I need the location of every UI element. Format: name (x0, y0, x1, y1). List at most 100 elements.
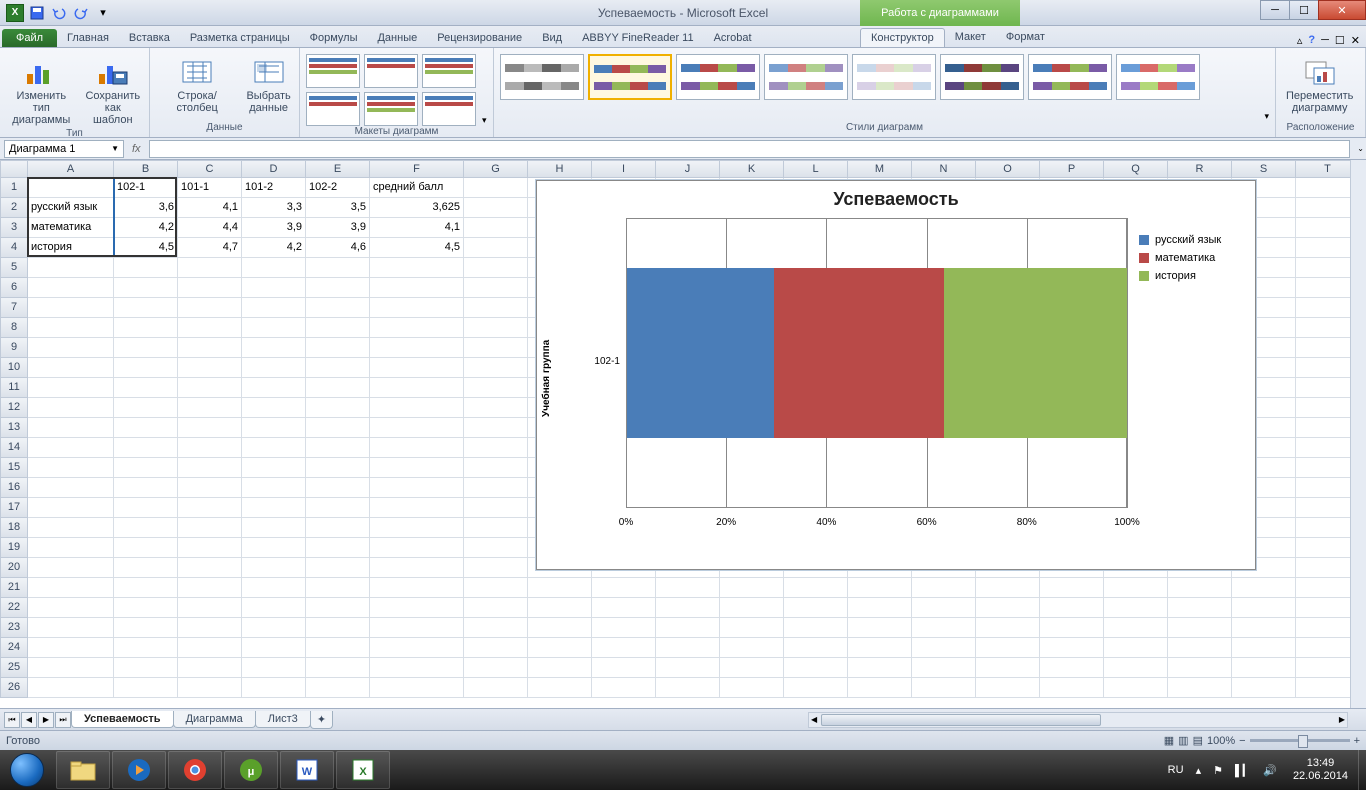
tray-flag-icon[interactable]: ⚑ (1207, 764, 1229, 777)
cell[interactable] (28, 398, 114, 418)
view-normal-icon[interactable]: ▦ (1164, 734, 1174, 747)
minimize-ribbon-icon[interactable]: ▵ (1297, 34, 1303, 47)
cell[interactable] (306, 578, 370, 598)
column-header[interactable]: L (784, 160, 848, 178)
cell[interactable] (114, 558, 178, 578)
cell[interactable]: история (28, 238, 114, 258)
cell[interactable] (1168, 578, 1232, 598)
view-page-break-icon[interactable]: ▤ (1193, 734, 1203, 747)
chart-style-option[interactable] (676, 54, 760, 100)
move-chart-button[interactable]: Переместить диаграмму (1282, 54, 1357, 116)
cell[interactable]: средний балл (370, 178, 464, 198)
column-header[interactable]: A (28, 160, 114, 178)
close-button[interactable]: ✕ (1318, 0, 1366, 20)
cell[interactable] (306, 498, 370, 518)
cell[interactable] (1232, 598, 1296, 618)
cell[interactable] (28, 438, 114, 458)
row-header[interactable]: 23 (0, 618, 28, 638)
chart-style-option[interactable] (588, 54, 672, 100)
column-header[interactable]: R (1168, 160, 1232, 178)
taskbar-media-player-icon[interactable] (112, 751, 166, 789)
cell[interactable] (912, 598, 976, 618)
tab-chart-format[interactable]: Формат (996, 28, 1055, 47)
cell[interactable] (28, 298, 114, 318)
zoom-slider[interactable] (1250, 739, 1350, 742)
chart-styles-gallery[interactable] (500, 54, 1258, 100)
tray-arrow-icon[interactable]: ▴ (1190, 764, 1208, 777)
cell[interactable] (178, 398, 242, 418)
cell[interactable] (178, 498, 242, 518)
cell[interactable]: 101-2 (242, 178, 306, 198)
cell[interactable] (28, 458, 114, 478)
cell[interactable]: 3,6 (114, 198, 178, 218)
cell[interactable]: 4,7 (178, 238, 242, 258)
cell[interactable] (848, 678, 912, 698)
cell[interactable] (1168, 638, 1232, 658)
formula-expand-icon[interactable]: ⌄ (1357, 144, 1364, 153)
column-header[interactable]: Q (1104, 160, 1168, 178)
cell[interactable]: 4,1 (370, 218, 464, 238)
cell[interactable] (464, 238, 528, 258)
tab-formulas[interactable]: Формулы (300, 29, 368, 47)
name-box[interactable]: Диаграмма 1▼ (4, 140, 124, 158)
switch-row-column-button[interactable]: Строка/столбец (156, 54, 238, 116)
cell[interactable] (592, 678, 656, 698)
tab-page-layout[interactable]: Разметка страницы (180, 29, 300, 47)
cell[interactable] (306, 398, 370, 418)
cell[interactable]: 102-2 (306, 178, 370, 198)
cell[interactable] (656, 658, 720, 678)
cell[interactable] (720, 578, 784, 598)
cell[interactable] (114, 338, 178, 358)
cell[interactable] (114, 618, 178, 638)
cell[interactable] (1104, 658, 1168, 678)
cell[interactable] (848, 598, 912, 618)
cell[interactable] (1040, 678, 1104, 698)
row-header[interactable]: 3 (0, 218, 28, 238)
cell[interactable] (370, 618, 464, 638)
cell[interactable] (114, 598, 178, 618)
cell[interactable] (306, 278, 370, 298)
cell[interactable] (306, 618, 370, 638)
cell[interactable] (306, 478, 370, 498)
sheet-nav-prev-icon[interactable]: ◀ (21, 712, 37, 728)
cell[interactable] (178, 578, 242, 598)
cell[interactable] (114, 278, 178, 298)
cell[interactable] (28, 478, 114, 498)
row-header[interactable]: 7 (0, 298, 28, 318)
cell[interactable]: 3,5 (306, 198, 370, 218)
cell[interactable] (1104, 578, 1168, 598)
row-header[interactable]: 11 (0, 378, 28, 398)
tray-lang[interactable]: RU (1162, 764, 1190, 776)
cell[interactable]: 102-1 (114, 178, 178, 198)
cell[interactable]: 3,625 (370, 198, 464, 218)
cell[interactable] (976, 578, 1040, 598)
cell[interactable] (1104, 598, 1168, 618)
cell[interactable] (178, 338, 242, 358)
cell[interactable] (1168, 678, 1232, 698)
cell[interactable] (28, 618, 114, 638)
tray-volume-icon[interactable]: 🔊 (1257, 764, 1283, 777)
cell[interactable] (784, 578, 848, 598)
row-header[interactable]: 6 (0, 278, 28, 298)
cell[interactable] (1040, 658, 1104, 678)
cell[interactable] (976, 658, 1040, 678)
sheet-nav-next-icon[interactable]: ▶ (38, 712, 54, 728)
tab-view[interactable]: Вид (532, 29, 572, 47)
cell[interactable] (848, 578, 912, 598)
cell[interactable] (178, 278, 242, 298)
cell[interactable] (464, 298, 528, 318)
cell[interactable] (370, 558, 464, 578)
cell[interactable] (370, 478, 464, 498)
cell[interactable] (114, 458, 178, 478)
cell[interactable] (370, 598, 464, 618)
cell[interactable] (370, 398, 464, 418)
cell[interactable] (528, 678, 592, 698)
column-header[interactable]: G (464, 160, 528, 178)
row-header[interactable]: 15 (0, 458, 28, 478)
cell[interactable] (306, 338, 370, 358)
cell[interactable]: 3,3 (242, 198, 306, 218)
vertical-scrollbar[interactable] (1350, 160, 1366, 708)
row-header[interactable]: 26 (0, 678, 28, 698)
cell[interactable] (912, 578, 976, 598)
cell[interactable] (370, 418, 464, 438)
